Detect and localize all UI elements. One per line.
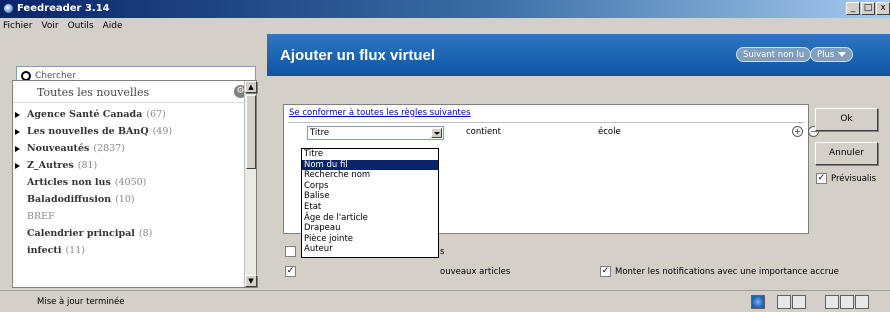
dropdown-option-selected[interactable]: Nom du fil bbox=[302, 159, 438, 171]
scroll-up-button[interactable]: ▲ bbox=[245, 81, 257, 93]
feed-item-count: (81) bbox=[77, 160, 98, 171]
network-icon[interactable] bbox=[751, 295, 765, 309]
menu-file[interactable]: Fichier bbox=[3, 21, 32, 31]
menu-help[interactable]: Aide bbox=[103, 21, 123, 31]
rule-operator[interactable]: contient bbox=[466, 127, 501, 137]
window-title: Feedreader 3.14 bbox=[17, 3, 110, 14]
feed-item[interactable]: Z_Autres (81) bbox=[13, 158, 251, 175]
layout-alt-icon[interactable] bbox=[792, 295, 806, 309]
dropdown-option[interactable]: Âge de l'article bbox=[302, 213, 438, 224]
scroll-thumb[interactable] bbox=[246, 95, 256, 169]
chevron-down-icon bbox=[838, 52, 847, 57]
search-placeholder: Chercher bbox=[35, 70, 76, 81]
preview-checkbox[interactable]: ✓ bbox=[816, 173, 827, 184]
scroll-down-button[interactable]: ▼ bbox=[245, 275, 257, 287]
view-pane-icon[interactable] bbox=[825, 295, 839, 309]
feed-item[interactable]: Baladodiffusion (10) bbox=[13, 192, 251, 209]
dialog-title: Ajouter un flux virtuel bbox=[280, 47, 436, 64]
add-rule-icon[interactable]: + bbox=[792, 126, 803, 137]
cancel-button[interactable]: Annuler bbox=[815, 142, 878, 165]
feed-item-name: Agence Santé Canada bbox=[27, 109, 143, 120]
feed-list-header[interactable]: Toutes les nouvelles ⚙ bbox=[13, 81, 251, 103]
feed-item[interactable]: Les nouvelles de BAnQ (49) bbox=[13, 124, 251, 141]
feed-item[interactable]: Nouveautés (2837) bbox=[13, 141, 251, 158]
feed-item-count: (2837) bbox=[93, 143, 125, 154]
dropdown-option[interactable]: Auteur bbox=[302, 244, 438, 255]
window-controls: _ □ x bbox=[845, 2, 890, 15]
menu-view[interactable]: Voir bbox=[41, 21, 58, 31]
notify-checkbox[interactable]: ✓ bbox=[600, 266, 611, 277]
feed-item-count: (11) bbox=[65, 245, 85, 256]
feed-item[interactable]: infecti (11) bbox=[13, 243, 251, 260]
feed-item-name: Les nouvelles de BAnQ bbox=[27, 126, 149, 137]
dropdown-option[interactable]: Drapeau bbox=[302, 223, 438, 234]
dropdown-option[interactable]: Balise bbox=[302, 191, 438, 202]
search-icon bbox=[21, 70, 31, 81]
rule-field-value: Titre bbox=[310, 128, 330, 138]
expand-arrow-icon[interactable] bbox=[15, 146, 20, 152]
rule-value[interactable]: école bbox=[598, 127, 621, 137]
feed-list-scrollbar[interactable]: ▲ ▼ bbox=[244, 81, 257, 287]
maximize-button[interactable]: □ bbox=[861, 2, 875, 15]
field-dropdown-list[interactable]: Titre Nom du fil Recherche nom Corps Bal… bbox=[301, 148, 439, 258]
dropdown-option[interactable]: Etat bbox=[302, 202, 438, 213]
option2-label: ouveaux articles bbox=[440, 267, 511, 277]
dropdown-option[interactable]: Corps bbox=[302, 181, 438, 192]
feed-item-name: Articles non lus bbox=[27, 177, 111, 188]
feed-item-name: Baladodiffusion bbox=[27, 194, 112, 205]
menu-tools[interactable]: Outils bbox=[68, 21, 94, 31]
rule-field-select[interactable]: Titre bbox=[307, 126, 444, 140]
feed-item-count: (49) bbox=[152, 126, 173, 137]
layout-icon[interactable] bbox=[777, 295, 791, 309]
feed-item-name: infecti bbox=[27, 245, 62, 256]
feed-item-count: (10) bbox=[115, 194, 135, 205]
minimize-button[interactable]: _ bbox=[846, 2, 860, 15]
feed-list: Toutes les nouvelles ⚙ Agence Santé Cana… bbox=[12, 80, 257, 288]
feed-rows: Agence Santé Canada (67) Les nouvelles de… bbox=[13, 107, 251, 260]
status-bar: Mise à jour terminée bbox=[0, 290, 890, 312]
feed-item-count: (4050) bbox=[114, 177, 147, 188]
expand-arrow-icon[interactable] bbox=[15, 163, 20, 169]
expand-arrow-icon[interactable] bbox=[15, 129, 20, 135]
dropdown-option[interactable]: Titre bbox=[302, 149, 438, 160]
left-pane: Chercher Toutes les nouvelles ⚙ Agence S… bbox=[0, 34, 265, 290]
feed-item[interactable]: Articles non lus (4050) bbox=[13, 175, 251, 192]
feed-item-count: (8) bbox=[138, 228, 153, 239]
match-all-rules-link[interactable]: Se conformer à toutes les règles suivant… bbox=[289, 108, 471, 118]
feed-item-name: Z_Autres bbox=[27, 160, 74, 171]
next-unread-button[interactable]: Suivant non lu bbox=[736, 47, 812, 62]
dialog-pane: Ajouter un flux virtuel Suivant non lu P… bbox=[267, 34, 890, 290]
feed-item[interactable]: BREF bbox=[13, 209, 251, 226]
option1-label: s bbox=[440, 247, 445, 257]
more-label: Plus bbox=[817, 50, 835, 60]
notify-label: Monter les notifications avec une import… bbox=[615, 267, 839, 277]
preview-label: Prévisualis bbox=[831, 174, 877, 184]
divider bbox=[288, 122, 804, 123]
menu-bar: Fichier Voir Outils Aide bbox=[0, 18, 890, 34]
title-bar: Feedreader 3.14 _ □ x bbox=[0, 0, 890, 18]
dialog-header: Ajouter un flux virtuel Suivant non lu P… bbox=[267, 34, 890, 76]
dropdown-option[interactable]: Pièce jointe bbox=[302, 234, 438, 245]
option1-checkbox[interactable] bbox=[285, 246, 296, 257]
feed-item-name: BREF bbox=[27, 211, 55, 222]
feed-item-count: (67) bbox=[146, 109, 166, 120]
option2-checkbox[interactable]: ✓ bbox=[285, 266, 296, 277]
feed-item-name: Calendrier principal bbox=[27, 228, 135, 239]
feed-item-name: Nouveautés bbox=[27, 143, 90, 154]
view-pane-icon[interactable] bbox=[855, 295, 869, 309]
close-button[interactable]: x bbox=[876, 2, 890, 15]
all-news-label: Toutes les nouvelles bbox=[37, 86, 150, 99]
app-icon bbox=[3, 3, 14, 14]
view-pane-icon[interactable] bbox=[840, 295, 854, 309]
ok-button[interactable]: Ok bbox=[815, 108, 878, 131]
more-button[interactable]: Plus bbox=[810, 47, 854, 62]
feed-item[interactable]: Calendrier principal (8) bbox=[13, 226, 251, 243]
status-message: Mise à jour terminée bbox=[37, 297, 125, 307]
feed-item[interactable]: Agence Santé Canada (67) bbox=[13, 107, 251, 124]
dropdown-option[interactable]: Recherche nom bbox=[302, 170, 438, 181]
expand-arrow-icon[interactable] bbox=[15, 112, 20, 118]
dropdown-arrow-icon[interactable] bbox=[431, 128, 442, 138]
